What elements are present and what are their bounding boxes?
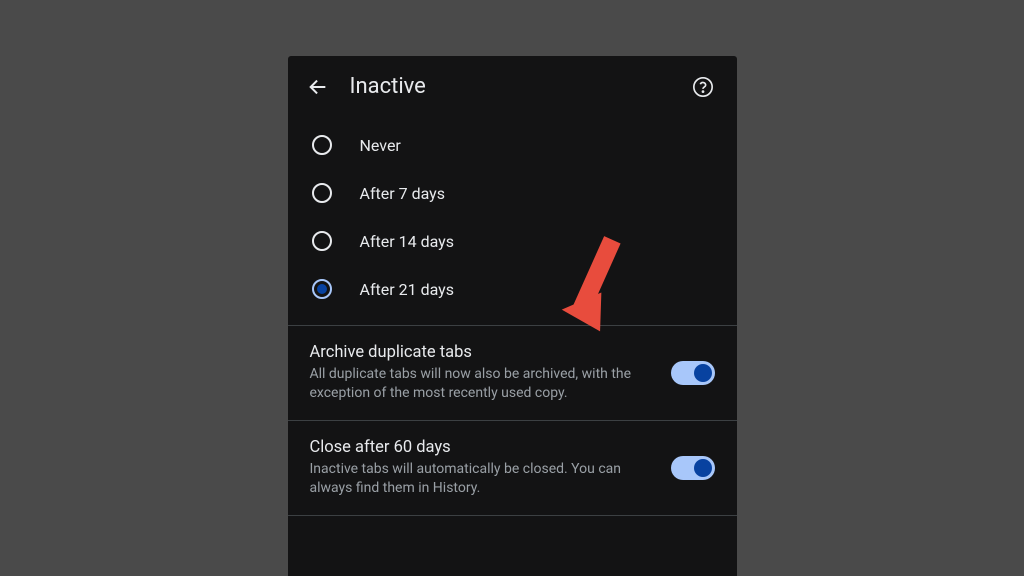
radio-icon bbox=[312, 183, 332, 203]
setting-text: Close after 60 days Inactive tabs will a… bbox=[310, 438, 655, 498]
radio-label: After 14 days bbox=[360, 232, 455, 251]
back-button[interactable] bbox=[306, 75, 330, 99]
radio-option-21days[interactable]: After 21 days bbox=[288, 265, 737, 313]
back-arrow-icon bbox=[307, 76, 329, 98]
setting-archive-duplicate-tabs[interactable]: Archive duplicate tabs All duplicate tab… bbox=[288, 326, 737, 420]
divider bbox=[288, 515, 737, 516]
setting-title: Archive duplicate tabs bbox=[310, 343, 655, 362]
radio-icon bbox=[312, 135, 332, 155]
radio-icon bbox=[312, 231, 332, 251]
radio-option-never[interactable]: Never bbox=[288, 121, 737, 169]
help-button[interactable] bbox=[691, 75, 715, 99]
radio-icon-selected bbox=[312, 279, 332, 299]
settings-panel: Inactive Never After 7 days After 14 day… bbox=[288, 56, 737, 576]
radio-option-7days[interactable]: After 7 days bbox=[288, 169, 737, 217]
radio-group-inactive-duration: Never After 7 days After 14 days After 2… bbox=[288, 115, 737, 325]
setting-title: Close after 60 days bbox=[310, 438, 655, 457]
radio-label: Never bbox=[360, 136, 401, 155]
help-icon bbox=[692, 76, 714, 98]
page-title: Inactive bbox=[350, 74, 691, 99]
header: Inactive bbox=[288, 56, 737, 115]
radio-option-14days[interactable]: After 14 days bbox=[288, 217, 737, 265]
setting-close-after-60-days[interactable]: Close after 60 days Inactive tabs will a… bbox=[288, 421, 737, 515]
radio-label: After 21 days bbox=[360, 280, 455, 299]
setting-text: Archive duplicate tabs All duplicate tab… bbox=[310, 343, 655, 403]
radio-label: After 7 days bbox=[360, 184, 446, 203]
toggle-close-after-60[interactable] bbox=[671, 456, 715, 480]
toggle-archive-duplicate[interactable] bbox=[671, 361, 715, 385]
setting-description: All duplicate tabs will now also be arch… bbox=[310, 365, 655, 403]
setting-description: Inactive tabs will automatically be clos… bbox=[310, 460, 655, 498]
